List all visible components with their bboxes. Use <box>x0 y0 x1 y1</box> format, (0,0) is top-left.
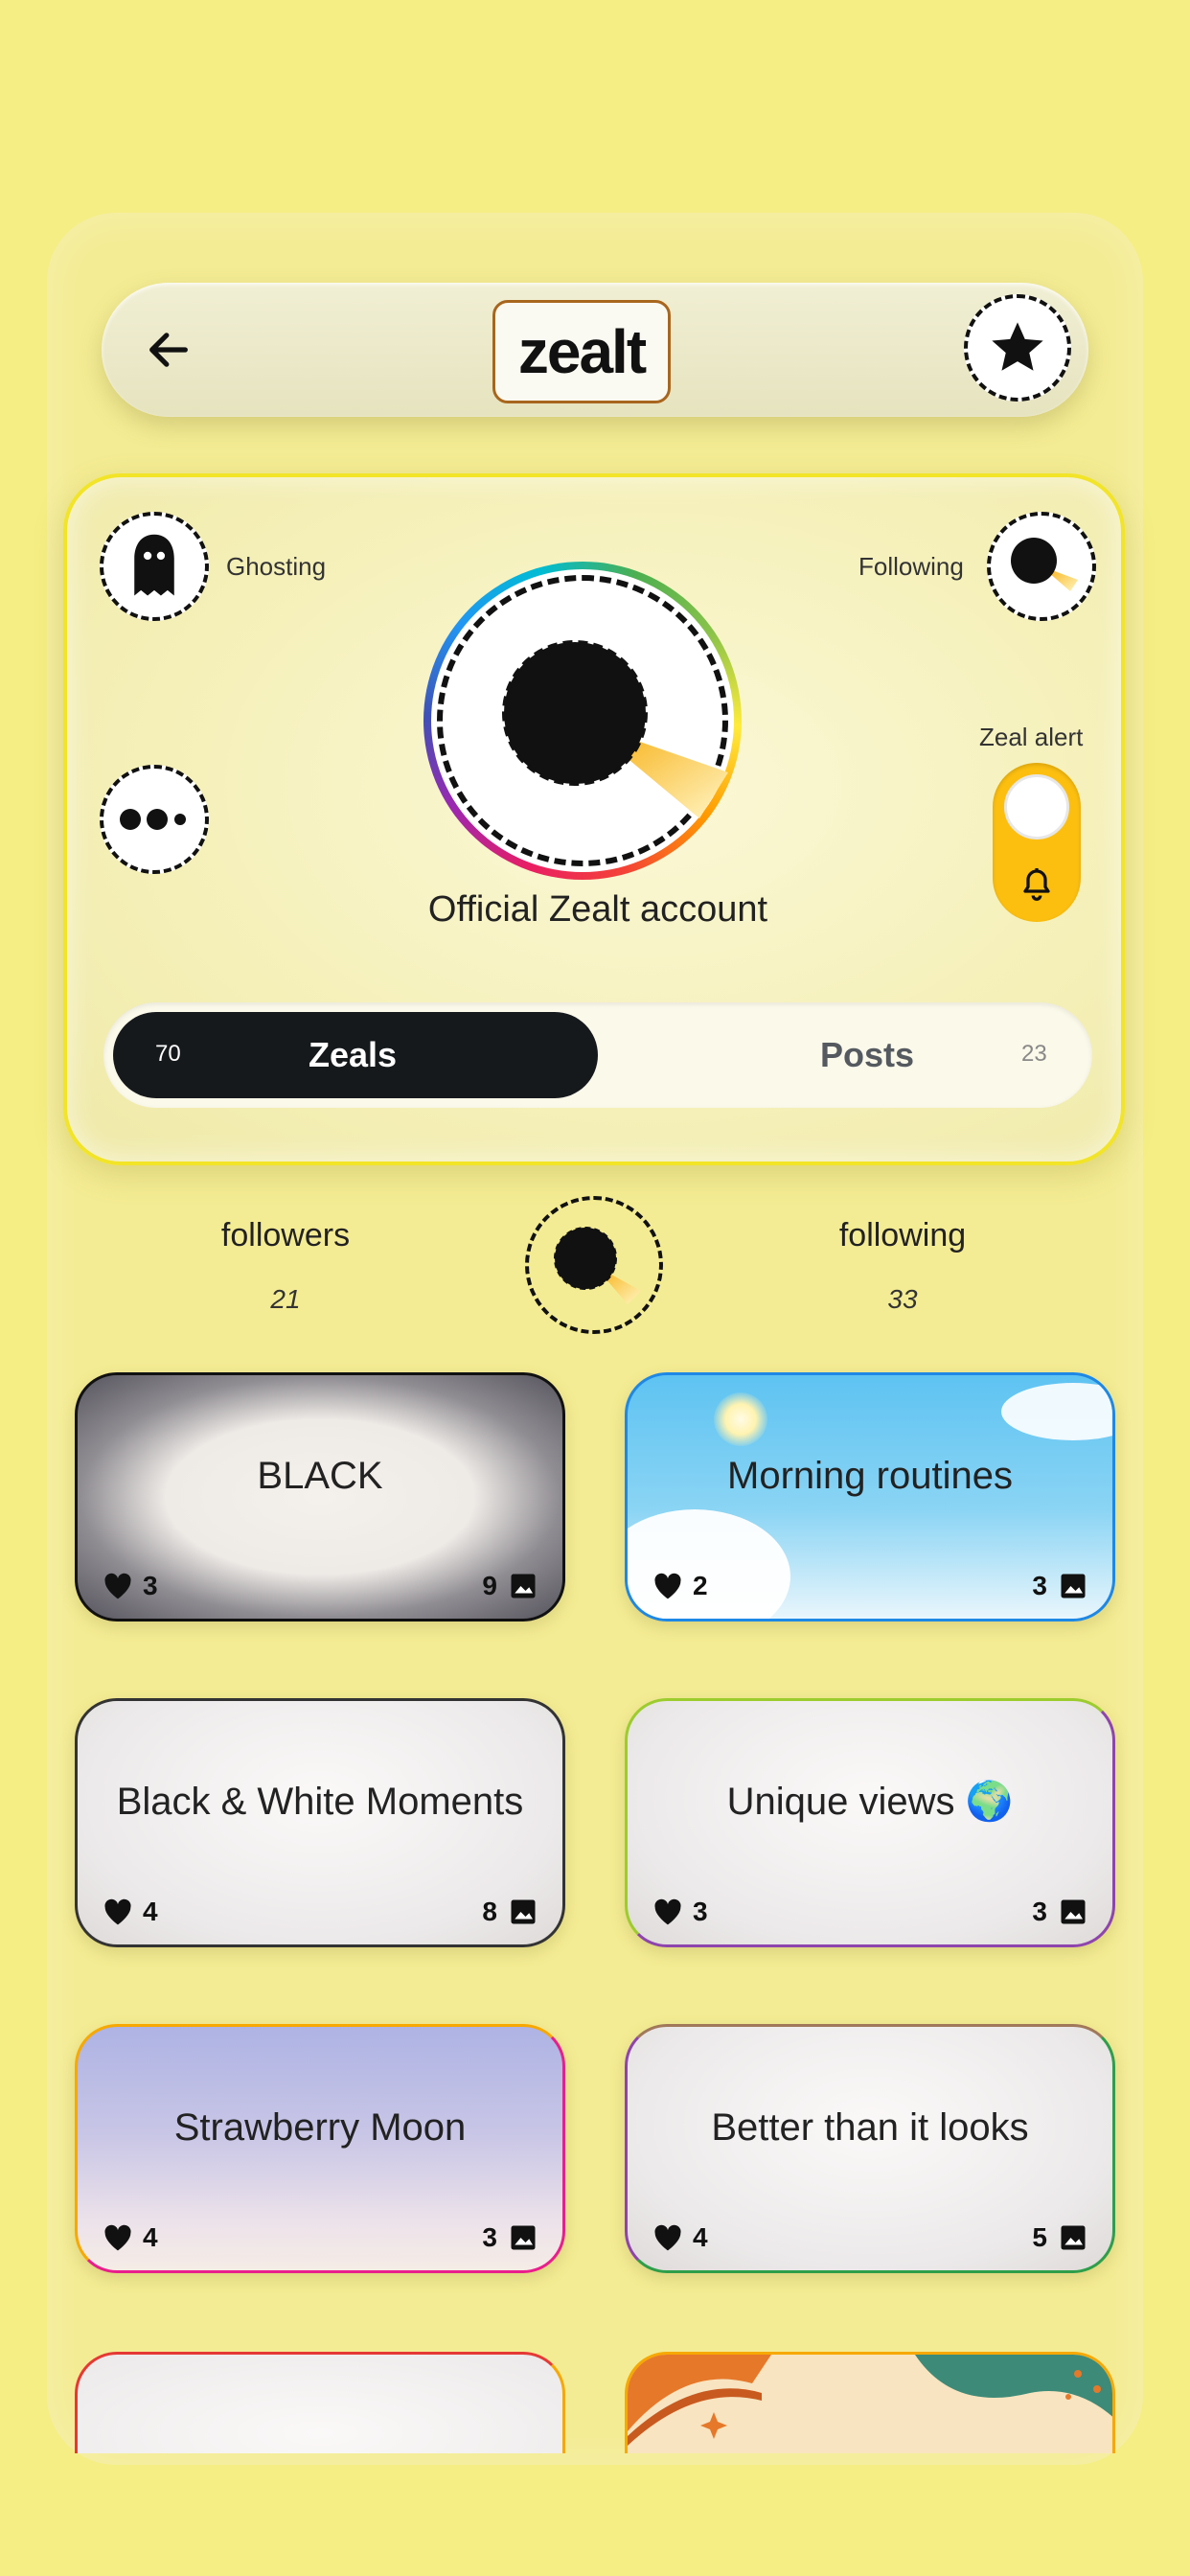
zeal-card[interactable]: Morning routines 2 3 <box>625 1372 1115 1622</box>
followers-count: 21 <box>270 1284 301 1314</box>
zeal-card-partial[interactable] <box>625 2352 1115 2453</box>
pattern-decoration <box>628 2355 1112 2446</box>
account-name: Official Zealt account <box>427 889 768 930</box>
zeal-title: Strawberry Moon <box>173 2106 467 2149</box>
zeal-photos: 8 <box>482 1897 538 1927</box>
zealt-logo[interactable]: zealt <box>492 300 671 403</box>
ghosting-label: Ghosting <box>226 552 327 581</box>
following-label: Following <box>858 552 964 581</box>
zeal-alert-toggle[interactable] <box>993 763 1081 922</box>
heart-icon <box>104 1898 131 1925</box>
zeal-title: Better than it looks <box>711 2106 1029 2149</box>
likes-count: 4 <box>693 2222 708 2252</box>
avatar-graphic <box>502 640 728 818</box>
zeal-photos: 5 <box>1032 2222 1087 2253</box>
top-bar: zealt <box>102 283 1088 417</box>
profile-avatar[interactable] <box>423 562 742 880</box>
stats-avatar[interactable] <box>525 1196 663 1334</box>
image-icon <box>511 1574 536 1598</box>
image-icon <box>1061 1574 1086 1598</box>
zeal-card[interactable]: Strawberry Moon 4 3 <box>75 2024 565 2273</box>
following-count: 33 <box>887 1284 918 1314</box>
zeal-photos: 3 <box>1032 1571 1087 1601</box>
zeal-title: Black & White Moments <box>116 1781 524 1823</box>
heart-icon <box>104 1573 131 1599</box>
zeal-photos: 9 <box>482 1571 538 1601</box>
zeal-card-partial[interactable] <box>75 2352 565 2453</box>
photos-count: 3 <box>1032 1571 1047 1600</box>
avatar-background <box>431 569 734 872</box>
zeals-count: 70 <box>155 1041 181 1067</box>
tab-zeals[interactable]: 70 Zeals <box>113 1012 598 1098</box>
zeal-photos: 3 <box>1032 1897 1087 1927</box>
star-icon <box>992 322 1043 371</box>
zeal-likes[interactable]: 3 <box>652 1897 708 1927</box>
followers-label[interactable]: followers <box>142 1217 429 1254</box>
photos-count: 8 <box>482 1897 497 1926</box>
heart-icon <box>104 2224 131 2251</box>
bell-icon <box>1023 868 1050 901</box>
zeal-card[interactable]: Better than it looks 4 5 <box>625 2024 1115 2273</box>
image-icon <box>511 2225 536 2250</box>
zeal-likes[interactable]: 4 <box>103 2222 158 2253</box>
ghost-icon <box>134 534 174 596</box>
zeal-title: Morning routines <box>727 1455 1013 1497</box>
zeal-likes[interactable]: 3 <box>103 1571 158 1601</box>
profile-card: Ghosting Following Official Zealt accoun… <box>63 473 1125 1165</box>
zeal-title: Unique views 🌍 <box>726 1781 1014 1823</box>
likes-count: 3 <box>693 1897 708 1926</box>
zeal-card[interactable]: Black & White Moments 4 8 <box>75 1698 565 1947</box>
arrow-left-icon <box>149 333 188 367</box>
posts-count: 23 <box>1021 1041 1047 1067</box>
zeal-card[interactable]: BLACK 3 9 <box>75 1372 565 1622</box>
zeal-likes[interactable]: 4 <box>103 1897 158 1927</box>
photos-count: 9 <box>482 1571 497 1600</box>
back-button[interactable] <box>136 317 201 382</box>
heart-icon <box>654 1573 681 1599</box>
heart-icon <box>654 2224 681 2251</box>
dots-icon <box>120 809 186 830</box>
zeal-card[interactable]: Unique views 🌍 3 3 <box>625 1698 1115 1947</box>
posts-label: Posts <box>820 1035 915 1074</box>
toggle-knob <box>1004 774 1069 840</box>
image-icon <box>511 1899 536 1924</box>
tab-switcher: 70 Zeals Posts 23 <box>103 1002 1092 1108</box>
zeal-likes[interactable]: 4 <box>652 2222 708 2253</box>
likes-count: 4 <box>143 2222 158 2252</box>
photos-count: 3 <box>1032 1897 1047 1926</box>
ghosting-button[interactable] <box>100 512 209 621</box>
image-icon <box>1061 2225 1086 2250</box>
following-stat-label[interactable]: following <box>759 1217 1046 1254</box>
likes-count: 2 <box>693 1571 708 1600</box>
following-button[interactable] <box>987 512 1096 621</box>
tab-posts[interactable]: Posts 23 <box>607 1012 1083 1098</box>
more-options-button[interactable] <box>100 765 209 874</box>
likes-count: 4 <box>143 1897 158 1926</box>
photos-count: 3 <box>482 2222 497 2252</box>
favorite-button[interactable] <box>964 294 1071 402</box>
likes-count: 3 <box>143 1571 158 1600</box>
zeal-photos: 3 <box>482 2222 538 2253</box>
zeal-likes[interactable]: 2 <box>652 1571 708 1601</box>
photos-count: 5 <box>1032 2222 1047 2252</box>
avatar-mini-icon <box>554 1227 641 1304</box>
zeal-alert-label: Zeal alert <box>979 723 1084 751</box>
zeal-title: BLACK <box>257 1455 383 1497</box>
following-avatar-icon <box>1011 538 1078 591</box>
zeals-label: Zeals <box>309 1035 398 1074</box>
image-icon <box>1061 1899 1086 1924</box>
heart-icon <box>654 1898 681 1925</box>
